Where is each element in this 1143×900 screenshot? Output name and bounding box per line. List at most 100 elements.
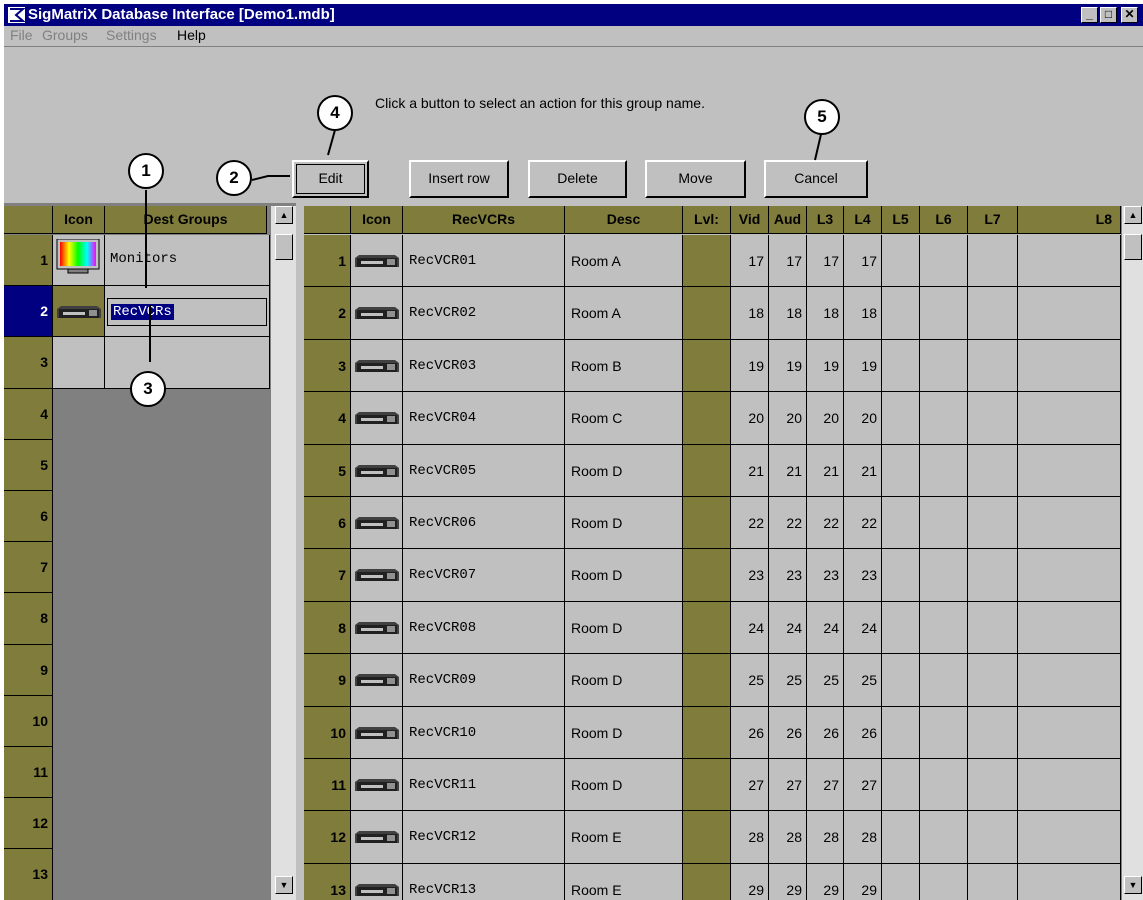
panel-divider[interactable]	[296, 203, 304, 900]
l6-cell[interactable]	[920, 287, 968, 340]
l5-cell[interactable]	[882, 497, 920, 550]
desc-cell[interactable]: Room E	[565, 863, 683, 900]
aud-cell[interactable]: 23	[769, 549, 807, 602]
recvcr-name-cell[interactable]: RecVCR09	[403, 654, 565, 707]
vcr-icon[interactable]	[53, 286, 105, 338]
scroll-down-icon[interactable]: ▼	[275, 876, 293, 894]
l3-cell[interactable]: 19	[807, 339, 844, 393]
col-header-l4[interactable]: L4	[844, 206, 882, 234]
row-number[interactable]: 8	[4, 593, 53, 645]
row-number[interactable]: 9	[304, 654, 351, 707]
dest-group-name-cell[interactable]: Monitors	[105, 235, 270, 287]
l4-cell[interactable]: 21	[844, 444, 882, 497]
aud-cell[interactable]: 21	[769, 444, 807, 497]
table-row[interactable]: 2 RecVCR02 Room A 18 18 18 18	[304, 287, 1121, 340]
l7-cell[interactable]	[968, 235, 1018, 288]
group-name-edit-field[interactable]: RecVCRs	[107, 298, 267, 327]
row-number[interactable]: 1	[304, 235, 351, 288]
l6-cell[interactable]	[920, 601, 968, 655]
vid-cell[interactable]: 23	[731, 549, 769, 602]
l7-cell[interactable]	[968, 287, 1018, 340]
recvcr-name-cell[interactable]: RecVCR03	[403, 339, 565, 393]
l8-cell[interactable]	[1018, 601, 1121, 655]
vcr-icon[interactable]	[351, 235, 403, 288]
l5-cell[interactable]	[882, 654, 920, 707]
desc-cell[interactable]: Room D	[565, 654, 683, 707]
edit-button[interactable]: Edit	[292, 160, 369, 198]
l5-cell[interactable]	[882, 759, 920, 812]
l6-cell[interactable]	[920, 497, 968, 550]
menu-groups[interactable]: Groups	[42, 27, 88, 43]
l3-cell[interactable]: 25	[807, 654, 844, 707]
vid-cell[interactable]: 25	[731, 654, 769, 707]
cancel-button[interactable]: Cancel	[764, 160, 868, 198]
row-number[interactable]: 11	[4, 747, 53, 799]
col-header-dest-groups[interactable]: Dest Groups	[105, 206, 267, 234]
l5-cell[interactable]	[882, 235, 920, 288]
vid-cell[interactable]: 22	[731, 497, 769, 550]
row-number[interactable]: 4	[304, 392, 351, 445]
vcr-icon[interactable]	[351, 811, 403, 864]
vid-cell[interactable]: 24	[731, 601, 769, 655]
l4-cell[interactable]: 18	[844, 287, 882, 340]
desc-cell[interactable]: Room D	[565, 706, 683, 759]
table-row[interactable]: 5 RecVCR05 Room D 21 21 21 21	[304, 444, 1121, 497]
vcr-icon[interactable]	[351, 339, 403, 393]
delete-button[interactable]: Delete	[528, 160, 627, 198]
l8-cell[interactable]	[1018, 706, 1121, 759]
col-header-l3[interactable]: L3	[807, 206, 844, 234]
l8-cell[interactable]	[1018, 654, 1121, 707]
row-number[interactable]: 6	[304, 497, 351, 550]
aud-cell[interactable]: 22	[769, 497, 807, 550]
col-header-l5[interactable]: L5	[882, 206, 920, 234]
move-button[interactable]: Move	[645, 160, 746, 198]
l8-cell[interactable]	[1018, 863, 1121, 900]
l3-cell[interactable]: 17	[807, 235, 844, 288]
col-header-l6[interactable]: L6	[920, 206, 968, 234]
table-row[interactable]: 13 RecVCR13 Room E 29 29 29 29	[304, 863, 1121, 900]
col-header-aud[interactable]: Aud	[769, 206, 807, 234]
desc-cell[interactable]: Room C	[565, 392, 683, 445]
aud-cell[interactable]: 18	[769, 287, 807, 340]
table-row[interactable]: 10 RecVCR10 Room D 26 26 26 26	[304, 706, 1121, 759]
vid-cell[interactable]: 20	[731, 392, 769, 445]
l6-cell[interactable]	[920, 549, 968, 602]
col-header-icon[interactable]: Icon	[53, 206, 105, 234]
l7-cell[interactable]	[968, 392, 1018, 445]
table-row[interactable]: 3 RecVCR03 Room B 19 19 19 19	[304, 339, 1121, 393]
desc-cell[interactable]: Room D	[565, 549, 683, 602]
recvcr-name-cell[interactable]: RecVCR04	[403, 392, 565, 445]
close-button[interactable]: ✕	[1121, 7, 1138, 23]
vcr-icon[interactable]	[351, 287, 403, 340]
l6-cell[interactable]	[920, 706, 968, 759]
aud-cell[interactable]: 17	[769, 235, 807, 288]
row-number[interactable]: 11	[304, 759, 351, 812]
l6-cell[interactable]	[920, 339, 968, 393]
l3-cell[interactable]: 21	[807, 444, 844, 497]
l6-cell[interactable]	[920, 863, 968, 900]
desc-cell[interactable]: Room D	[565, 601, 683, 655]
dest-group-name-cell[interactable]	[105, 337, 270, 389]
l5-cell[interactable]	[882, 601, 920, 655]
monitor-icon[interactable]	[53, 235, 105, 287]
l4-cell[interactable]: 22	[844, 497, 882, 550]
desc-cell[interactable]: Room D	[565, 759, 683, 812]
recvcrs-grid[interactable]: Icon RecVCRs Desc Lvl: Vid Aud L3 L4 L5 L6 L7 L8 1 R…	[304, 203, 1143, 900]
l5-cell[interactable]	[882, 392, 920, 445]
l8-cell[interactable]	[1018, 497, 1121, 550]
l3-cell[interactable]: 24	[807, 601, 844, 655]
row-number[interactable]: 13	[304, 863, 351, 900]
aud-cell[interactable]: 25	[769, 654, 807, 707]
col-header-lvl[interactable]: Lvl:	[683, 206, 731, 234]
table-row[interactable]: 4 RecVCR04 Room C 20 20 20 20	[304, 392, 1121, 445]
row-number[interactable]: 8	[304, 601, 351, 655]
scroll-up-icon[interactable]: ▲	[1124, 206, 1142, 224]
vcr-icon[interactable]	[351, 759, 403, 812]
vid-cell[interactable]: 17	[731, 235, 769, 288]
l8-cell[interactable]	[1018, 549, 1121, 602]
table-row[interactable]: 11 RecVCR11 Room D 27 27 27 27	[304, 759, 1121, 812]
l7-cell[interactable]	[968, 863, 1018, 900]
vid-cell[interactable]: 27	[731, 759, 769, 812]
l5-cell[interactable]	[882, 811, 920, 864]
l4-cell[interactable]: 19	[844, 339, 882, 393]
